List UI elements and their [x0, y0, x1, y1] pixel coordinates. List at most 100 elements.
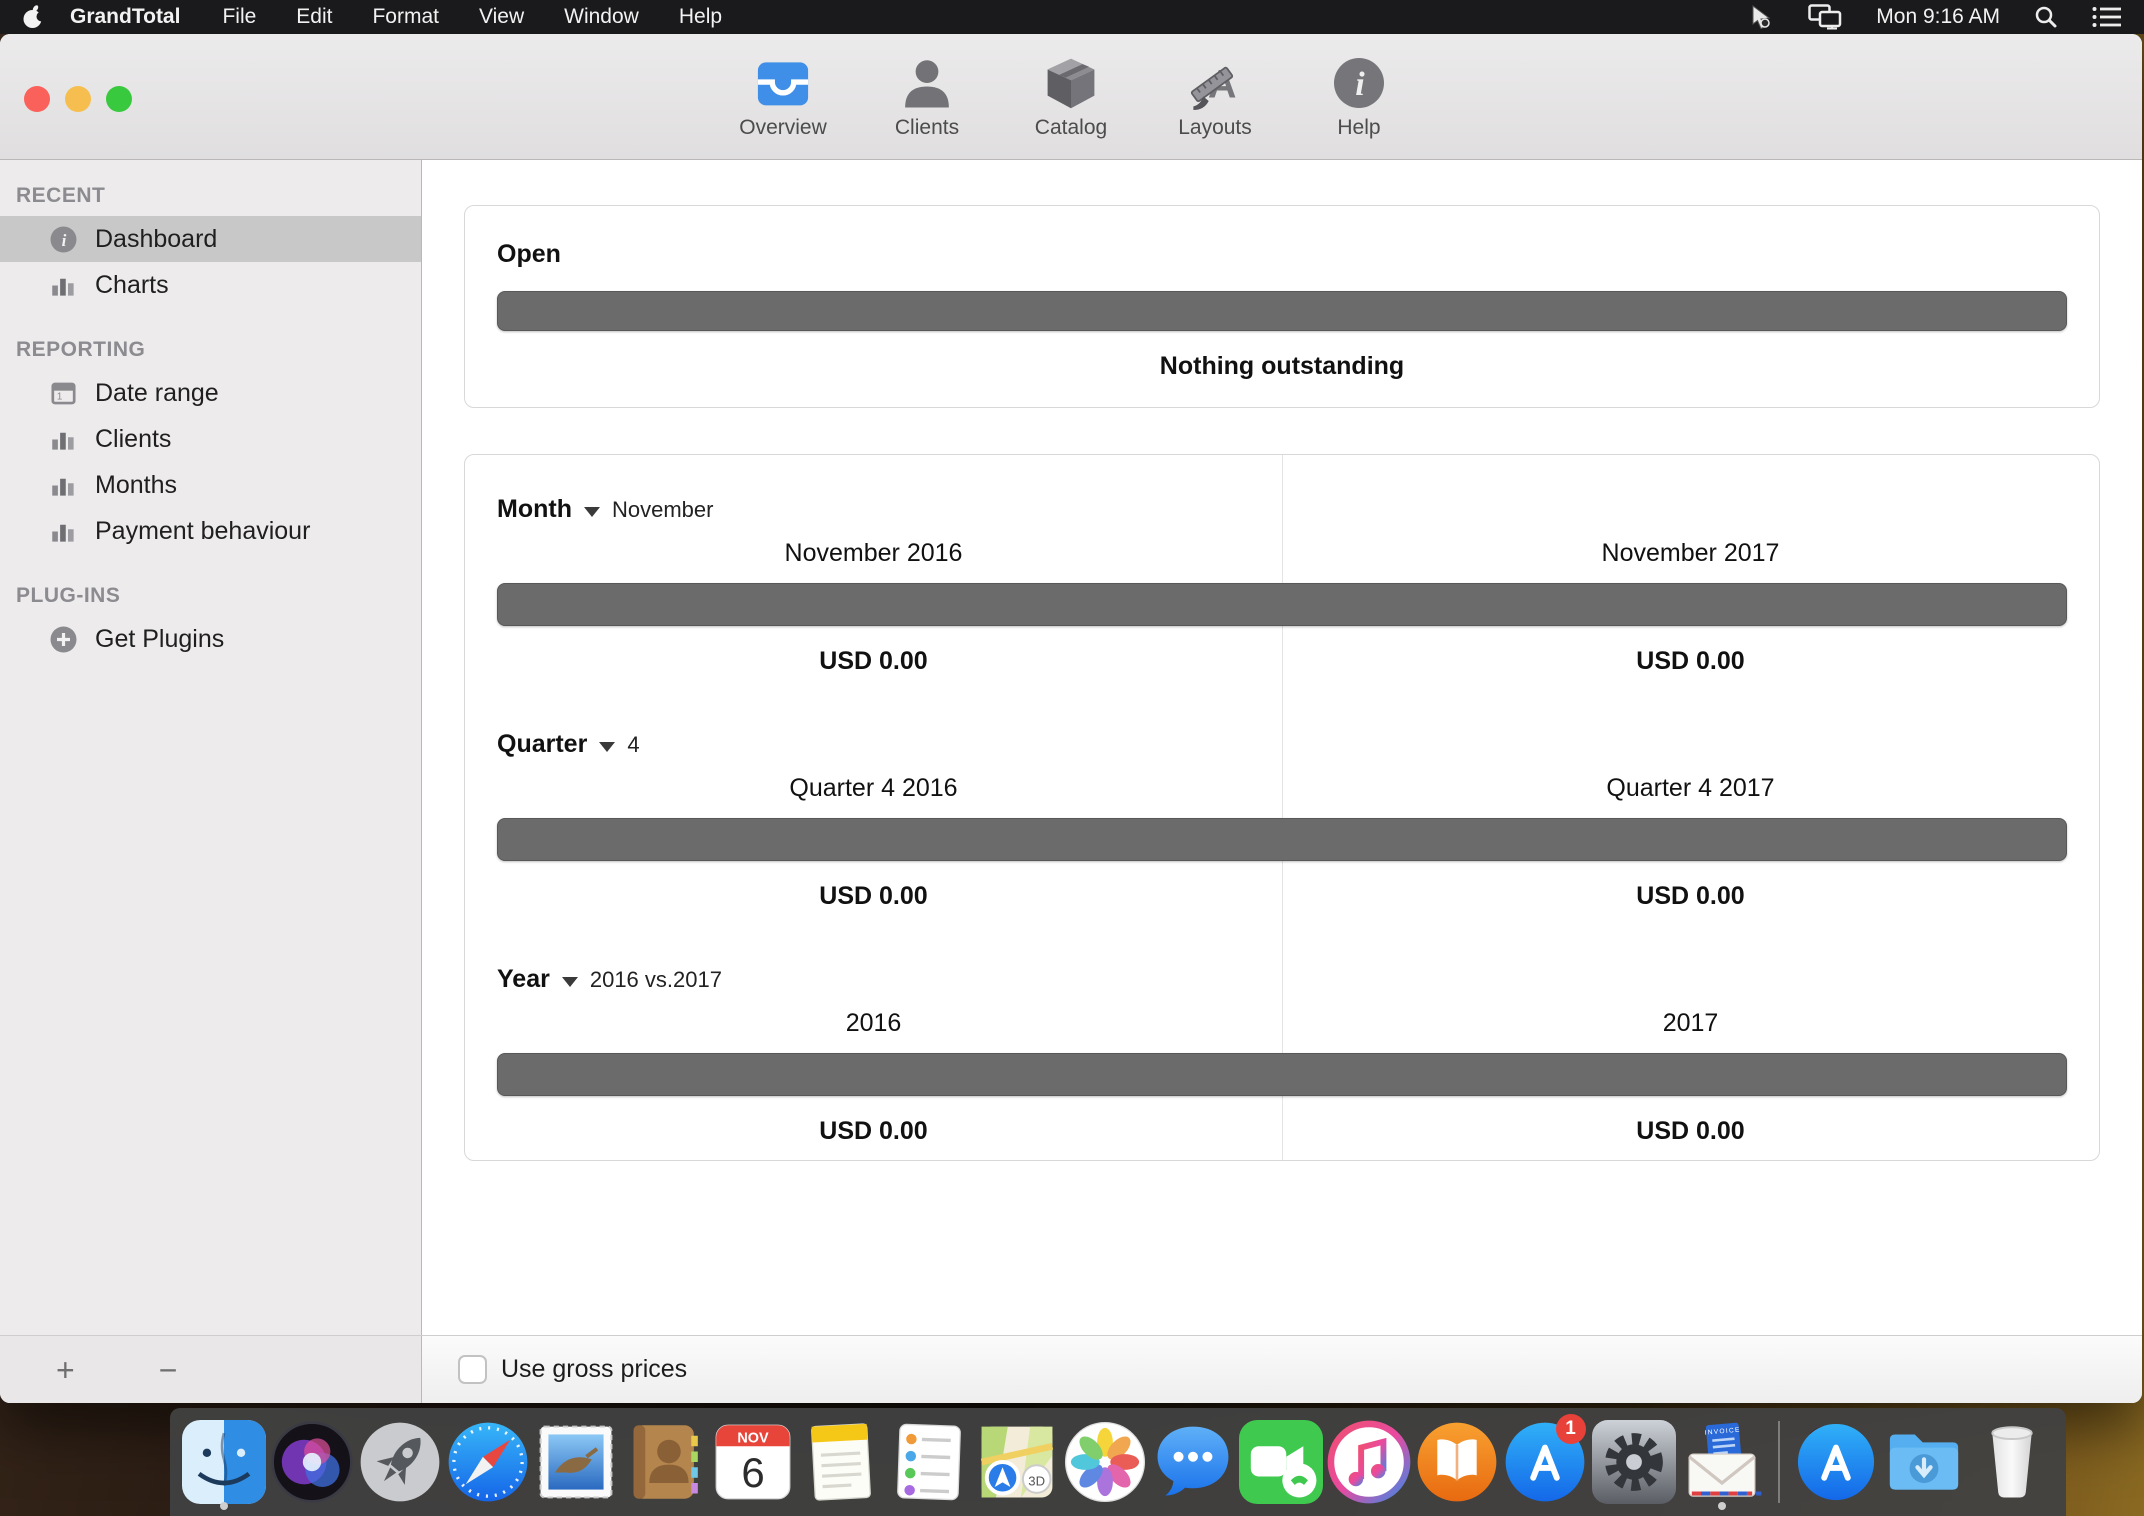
month-selector-value: November	[612, 497, 713, 523]
toolbar-label: Catalog	[1035, 116, 1107, 140]
open-panel: Open Nothing outstanding	[464, 205, 2100, 408]
apple-logo-icon[interactable]	[22, 4, 44, 30]
dock-app-store-icon[interactable]: 1	[1503, 1414, 1587, 1510]
sidebar-item-clients[interactable]: Clients	[0, 416, 421, 462]
sidebar-section-recent: RECENT	[0, 174, 421, 216]
toolbar-label: Overview	[739, 116, 827, 140]
sidebar-item-months[interactable]: Months	[0, 462, 421, 508]
dock-books-icon[interactable]	[1415, 1414, 1499, 1510]
month-label: Month	[497, 495, 572, 524]
window-titlebar: Overview Clients	[0, 34, 2142, 160]
comparison-panel: Month November November 2016 November 20…	[464, 454, 2100, 1161]
calendar-day-text: 6	[741, 1449, 764, 1496]
year-selector[interactable]: Year 2016 vs.2017	[497, 965, 722, 994]
dock-finder-icon[interactable]	[182, 1414, 266, 1510]
open-amount-bar	[497, 291, 2067, 331]
dock-facetime-icon[interactable]	[1239, 1414, 1323, 1510]
sidebar-item-date-range[interactable]: 1 Date range	[0, 370, 421, 416]
toolbar-item-overview[interactable]: Overview	[735, 54, 831, 140]
spotlight-search-icon[interactable]	[2034, 5, 2058, 29]
svg-text:i: i	[1355, 66, 1365, 103]
year-label: Year	[497, 965, 550, 994]
toolbar-label: Help	[1337, 116, 1380, 140]
open-panel-message: Nothing outstanding	[465, 352, 2099, 381]
toolbar-label: Clients	[895, 116, 959, 140]
month-selector[interactable]: Month November	[497, 495, 713, 524]
dock-notes-icon[interactable]	[799, 1414, 883, 1510]
bar-chart-icon	[50, 426, 77, 453]
remove-report-button[interactable]: −	[159, 1354, 178, 1386]
main-footer: Use gross prices	[422, 1336, 2142, 1403]
sidebar-item-label: Charts	[95, 271, 169, 300]
dock-reminders-icon[interactable]	[887, 1414, 971, 1510]
add-report-button[interactable]: +	[56, 1354, 75, 1386]
dock-downloads-folder-icon[interactable]	[1882, 1414, 1966, 1510]
month-amount-right: USD 0.00	[1282, 647, 2099, 676]
use-gross-prices-checkbox[interactable]	[458, 1355, 487, 1384]
menu-edit[interactable]: Edit	[296, 5, 332, 29]
menu-app-name[interactable]: GrandTotal	[70, 5, 180, 29]
notification-center-icon[interactable]	[2092, 6, 2122, 28]
toolbar-item-layouts[interactable]: A Layouts	[1167, 54, 1263, 140]
quarter-amount-bar	[497, 818, 2067, 861]
running-indicator	[1718, 1502, 1726, 1510]
inbox-tray-icon	[754, 54, 812, 112]
chevron-down-icon	[584, 507, 600, 517]
sidebar-section-plugins: PLUG-INS	[0, 574, 421, 616]
dock-calendar-icon[interactable]: NOV 6	[711, 1414, 795, 1510]
toolbar-item-clients[interactable]: Clients	[879, 54, 975, 140]
person-icon	[899, 54, 955, 112]
grandtotal-window: Overview Clients	[0, 34, 2142, 1403]
year-section: Year 2016 vs.2017 2016 2017 USD 0.00 USD…	[465, 925, 2099, 1160]
open-panel-title: Open	[497, 240, 561, 269]
dock-photos-icon[interactable]	[1063, 1414, 1147, 1510]
dock-app-store-2-icon[interactable]	[1794, 1414, 1878, 1510]
sidebar-footer: + −	[0, 1336, 422, 1403]
menu-file[interactable]: File	[222, 5, 256, 29]
dock-safari-icon[interactable]	[446, 1414, 530, 1510]
menu-format[interactable]: Format	[372, 5, 439, 29]
menu-clock[interactable]: Mon 9:16 AM	[1876, 5, 2000, 29]
sidebar-item-label: Get Plugins	[95, 625, 224, 654]
quarter-section: Quarter 4 Quarter 4 2016 Quarter 4 2017 …	[465, 690, 2099, 925]
menu-help[interactable]: Help	[679, 5, 722, 29]
year-amount-left: USD 0.00	[465, 1117, 1282, 1146]
dock: NOV 6	[170, 1408, 2066, 1516]
toolbar-item-help[interactable]: i Help	[1311, 54, 1407, 140]
displays-icon[interactable]	[1808, 4, 1842, 30]
toolbar-label: Layouts	[1178, 116, 1252, 140]
dock-separator	[1778, 1421, 1780, 1503]
dock-messages-icon[interactable]	[1151, 1414, 1235, 1510]
menu-view[interactable]: View	[479, 5, 524, 29]
svg-text:1: 1	[57, 391, 63, 402]
quarter-selector[interactable]: Quarter 4	[497, 730, 640, 759]
info-circle-icon: i	[1333, 54, 1385, 112]
screen-sharing-cursor-icon[interactable]	[1748, 4, 1774, 30]
sidebar-item-payment-behaviour[interactable]: Payment behaviour	[0, 508, 421, 554]
bar-chart-icon	[50, 272, 77, 299]
menu-window[interactable]: Window	[564, 5, 639, 29]
sidebar-item-get-plugins[interactable]: Get Plugins	[0, 616, 421, 662]
dock-grandtotal-icon[interactable]: INVOICE	[1680, 1414, 1764, 1510]
dock-trash-icon[interactable]	[1970, 1414, 2054, 1510]
dock-system-preferences-icon[interactable]	[1592, 1414, 1676, 1510]
quarter-selector-value: 4	[627, 732, 639, 758]
dock-launchpad-icon[interactable]	[358, 1414, 442, 1510]
dock-maps-icon[interactable]: 3D	[975, 1414, 1059, 1510]
toolbar-item-catalog[interactable]: Catalog	[1023, 54, 1119, 140]
dock-siri-icon[interactable]	[270, 1414, 354, 1510]
dock-contacts-icon[interactable]	[622, 1414, 706, 1510]
sidebar-item-dashboard[interactable]: i Dashboard	[0, 216, 421, 262]
calendar-month-text: NOV	[737, 1430, 769, 1446]
app-store-badge: 1	[1556, 1414, 1586, 1444]
month-amount-left: USD 0.00	[465, 647, 1282, 676]
running-indicator	[220, 1502, 228, 1510]
year-selector-value: 2016 vs.2017	[590, 967, 722, 993]
dock-itunes-icon[interactable]	[1327, 1414, 1411, 1510]
svg-text:3D: 3D	[1028, 1474, 1045, 1489]
sidebar-section-reporting: REPORTING	[0, 328, 421, 370]
sidebar-item-charts[interactable]: Charts	[0, 262, 421, 308]
chevron-down-icon	[562, 977, 578, 987]
svg-text:i: i	[62, 231, 67, 250]
dock-mail-icon[interactable]	[534, 1414, 618, 1510]
